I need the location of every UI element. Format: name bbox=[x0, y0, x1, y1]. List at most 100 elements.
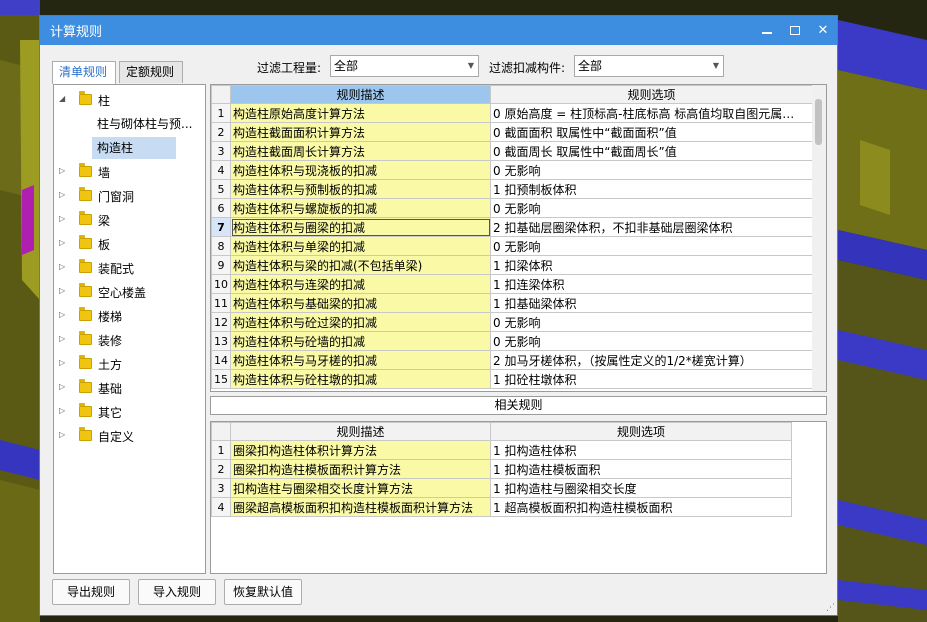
table-row[interactable]: 3 扣构造柱与圈梁相交长度计算方法 1 扣构造柱与圈梁相交长度 bbox=[211, 478, 792, 498]
rule-option-cell[interactable]: 1 扣构造柱与圈梁相交长度 bbox=[490, 478, 792, 498]
table-row[interactable]: 1 圈梁扣构造柱体积计算方法 1 扣构造柱体积 bbox=[211, 440, 792, 460]
table-row[interactable]: 12 构造柱体积与砼过梁的扣减 0 无影响 bbox=[211, 312, 813, 332]
table-row[interactable]: 6 构造柱体积与螺旋板的扣减 0 无影响 bbox=[211, 198, 813, 218]
rule-option-cell[interactable]: 2 扣基础层圈梁体积，不扣非基础层圈梁体积 bbox=[490, 217, 813, 237]
tree-node[interactable]: ▷ 基础 bbox=[54, 377, 205, 399]
rule-option-cell[interactable]: 2 加马牙槎体积，（按属性定义的1/2*槎宽计算） bbox=[490, 350, 813, 370]
tree-node[interactable]: ▷ 门窗洞 bbox=[54, 185, 205, 207]
rule-description-cell[interactable]: 圈梁扣构造柱体积计算方法 bbox=[230, 440, 491, 460]
rule-description-cell[interactable]: 构造柱体积与单梁的扣减 bbox=[230, 236, 491, 256]
collapse-arrow-icon[interactable]: ◢ bbox=[59, 94, 65, 103]
rule-option-cell[interactable]: 0 截面周长 取属性中“截面周长”值 bbox=[490, 141, 813, 161]
rule-description-cell[interactable]: 构造柱体积与基础梁的扣减 bbox=[230, 293, 491, 313]
rule-description-cell[interactable]: 构造柱体积与螺旋板的扣减 bbox=[230, 198, 491, 218]
rule-description-cell[interactable]: 扣构造柱与圈梁相交长度计算方法 bbox=[230, 478, 491, 498]
tree-node[interactable]: ▷ 墙 bbox=[54, 161, 205, 183]
table-row[interactable]: 7 构造柱体积与圈梁的扣减 2 扣基础层圈梁体积，不扣非基础层圈梁体积 bbox=[211, 217, 813, 237]
vertical-scrollbar[interactable] bbox=[812, 85, 826, 391]
rule-description-cell[interactable]: 构造柱体积与连梁的扣减 bbox=[230, 274, 491, 294]
expand-arrow-icon[interactable]: ▷ bbox=[59, 166, 65, 175]
table-row[interactable]: 8 构造柱体积与单梁的扣减 0 无影响 bbox=[211, 236, 813, 256]
table-row[interactable]: 4 构造柱体积与现浇板的扣减 0 无影响 bbox=[211, 160, 813, 180]
table-row[interactable]: 1 构造柱原始高度计算方法 0 原始高度 = 柱顶标高-柱底标高 标高值均取自图元属… bbox=[211, 103, 813, 123]
expand-arrow-icon[interactable]: ▷ bbox=[59, 382, 65, 391]
tree-child-item[interactable]: 构造柱 bbox=[92, 137, 176, 159]
table-row[interactable]: 15 构造柱体积与砼柱墩的扣减 1 扣砼柱墩体积 bbox=[211, 369, 813, 389]
import-rules-button[interactable]: 导入规则 bbox=[138, 579, 216, 605]
filter-component-select[interactable]: 全部 ▼ bbox=[574, 55, 724, 77]
close-button[interactable]: ✕ bbox=[809, 16, 837, 45]
tree-node[interactable]: ▷ 装修 bbox=[54, 329, 205, 351]
reset-defaults-button[interactable]: 恢复默认值 bbox=[224, 579, 302, 605]
tree-child-item[interactable]: 柱与砌体柱与预... bbox=[92, 113, 202, 135]
tree-node[interactable]: ▷ 其它 bbox=[54, 401, 205, 423]
table-row[interactable]: 14 构造柱体积与马牙槎的扣减 2 加马牙槎体积，（按属性定义的1/2*槎宽计算） bbox=[211, 350, 813, 370]
expand-arrow-icon[interactable]: ▷ bbox=[59, 238, 65, 247]
tree-node[interactable]: ▷ 自定义 bbox=[54, 425, 205, 447]
rule-description-cell[interactable]: 圈梁超高模板面积扣构造柱模板面积计算方法 bbox=[230, 497, 491, 517]
rule-description-cell[interactable]: 构造柱体积与砼墙的扣减 bbox=[230, 331, 491, 351]
rule-option-cell[interactable]: 1 扣预制板体积 bbox=[490, 179, 813, 199]
rule-option-cell[interactable]: 1 扣连梁体积 bbox=[490, 274, 813, 294]
resize-grip-icon[interactable]: ⋰ bbox=[826, 603, 835, 613]
table-row[interactable]: 3 构造柱截面周长计算方法 0 截面周长 取属性中“截面周长”值 bbox=[211, 141, 813, 161]
tree-node[interactable]: ▷ 板 bbox=[54, 233, 205, 255]
filter-quantity-select[interactable]: 全部 ▼ bbox=[330, 55, 479, 77]
rule-description-cell[interactable]: 圈梁扣构造柱模板面积计算方法 bbox=[230, 459, 491, 479]
table-row[interactable]: 2 构造柱截面面积计算方法 0 截面面积 取属性中“截面面积”值 bbox=[211, 122, 813, 142]
table-row[interactable]: 13 构造柱体积与砼墙的扣减 0 无影响 bbox=[211, 331, 813, 351]
expand-arrow-icon[interactable]: ▷ bbox=[59, 286, 65, 295]
desc-column-header[interactable]: 规则描述 bbox=[230, 422, 491, 441]
rule-description-cell[interactable]: 构造柱体积与砼过梁的扣减 bbox=[230, 312, 491, 332]
table-row[interactable]: 10 构造柱体积与连梁的扣减 1 扣连梁体积 bbox=[211, 274, 813, 294]
table-row[interactable]: 5 构造柱体积与预制板的扣减 1 扣预制板体积 bbox=[211, 179, 813, 199]
expand-arrow-icon[interactable]: ▷ bbox=[59, 310, 65, 319]
tab-bill-rules[interactable]: 清单规则 bbox=[52, 61, 116, 84]
rule-option-cell[interactable]: 1 扣基础梁体积 bbox=[490, 293, 813, 313]
tab-quota-rules[interactable]: 定额规则 bbox=[119, 61, 183, 83]
expand-arrow-icon[interactable]: ▷ bbox=[59, 430, 65, 439]
expand-arrow-icon[interactable]: ▷ bbox=[59, 358, 65, 367]
rule-description-cell[interactable]: 构造柱体积与砼柱墩的扣减 bbox=[230, 369, 491, 389]
expand-arrow-icon[interactable]: ▷ bbox=[59, 406, 65, 415]
rule-description-cell[interactable]: 构造柱体积与现浇板的扣减 bbox=[230, 160, 491, 180]
rule-description-cell[interactable]: 构造柱截面周长计算方法 bbox=[230, 141, 491, 161]
rule-option-cell[interactable]: 1 扣构造柱模板面积 bbox=[490, 459, 792, 479]
tree-node[interactable]: ▷ 楼梯 bbox=[54, 305, 205, 327]
tree-node[interactable]: ◢ 柱 bbox=[54, 89, 205, 111]
desc-column-header[interactable]: 规则描述 bbox=[230, 85, 491, 104]
rule-option-cell[interactable]: 1 扣砼柱墩体积 bbox=[490, 369, 813, 389]
rule-option-cell[interactable]: 0 无影响 bbox=[490, 160, 813, 180]
expand-arrow-icon[interactable]: ▷ bbox=[59, 214, 65, 223]
maximize-button[interactable] bbox=[781, 16, 809, 45]
rule-option-cell[interactable]: 0 无影响 bbox=[490, 331, 813, 351]
tree-node[interactable]: ▷ 土方 bbox=[54, 353, 205, 375]
rule-option-cell[interactable]: 1 扣构造柱体积 bbox=[490, 440, 792, 460]
tree-node[interactable]: ▷ 空心楼盖 bbox=[54, 281, 205, 303]
expand-arrow-icon[interactable]: ▷ bbox=[59, 262, 65, 271]
table-row[interactable]: 11 构造柱体积与基础梁的扣减 1 扣基础梁体积 bbox=[211, 293, 813, 313]
expand-arrow-icon[interactable]: ▷ bbox=[59, 190, 65, 199]
table-row[interactable]: 2 圈梁扣构造柱模板面积计算方法 1 扣构造柱模板面积 bbox=[211, 459, 792, 479]
tree-node[interactable]: ▷ 梁 bbox=[54, 209, 205, 231]
export-rules-button[interactable]: 导出规则 bbox=[52, 579, 130, 605]
dialog-titlebar[interactable]: 计算规则 ✕ bbox=[40, 16, 837, 45]
rule-description-cell[interactable]: 构造柱原始高度计算方法 bbox=[230, 103, 491, 123]
rule-description-cell[interactable]: 构造柱体积与圈梁的扣减 bbox=[230, 217, 491, 237]
rule-option-cell[interactable]: 1 扣梁体积 bbox=[490, 255, 813, 275]
minimize-button[interactable] bbox=[753, 16, 781, 45]
rule-option-cell[interactable]: 0 无影响 bbox=[490, 236, 813, 256]
rule-description-cell[interactable]: 构造柱体积与马牙槎的扣减 bbox=[230, 350, 491, 370]
scrollbar-thumb[interactable] bbox=[815, 99, 822, 145]
expand-arrow-icon[interactable]: ▷ bbox=[59, 334, 65, 343]
rule-option-cell[interactable]: 0 无影响 bbox=[490, 312, 813, 332]
option-column-header[interactable]: 规则选项 bbox=[490, 85, 813, 104]
rule-option-cell[interactable]: 0 无影响 bbox=[490, 198, 813, 218]
rule-option-cell[interactable]: 1 超高模板面积扣构造柱模板面积 bbox=[490, 497, 792, 517]
rule-description-cell[interactable]: 构造柱体积与梁的扣减(不包括单梁) bbox=[230, 255, 491, 275]
table-row[interactable]: 9 构造柱体积与梁的扣减(不包括单梁) 1 扣梁体积 bbox=[211, 255, 813, 275]
rule-description-cell[interactable]: 构造柱截面面积计算方法 bbox=[230, 122, 491, 142]
option-column-header[interactable]: 规则选项 bbox=[490, 422, 792, 441]
rule-option-cell[interactable]: 0 原始高度 = 柱顶标高-柱底标高 标高值均取自图元属… bbox=[490, 103, 813, 123]
table-row[interactable]: 4 圈梁超高模板面积扣构造柱模板面积计算方法 1 超高模板面积扣构造柱模板面积 bbox=[211, 497, 792, 517]
